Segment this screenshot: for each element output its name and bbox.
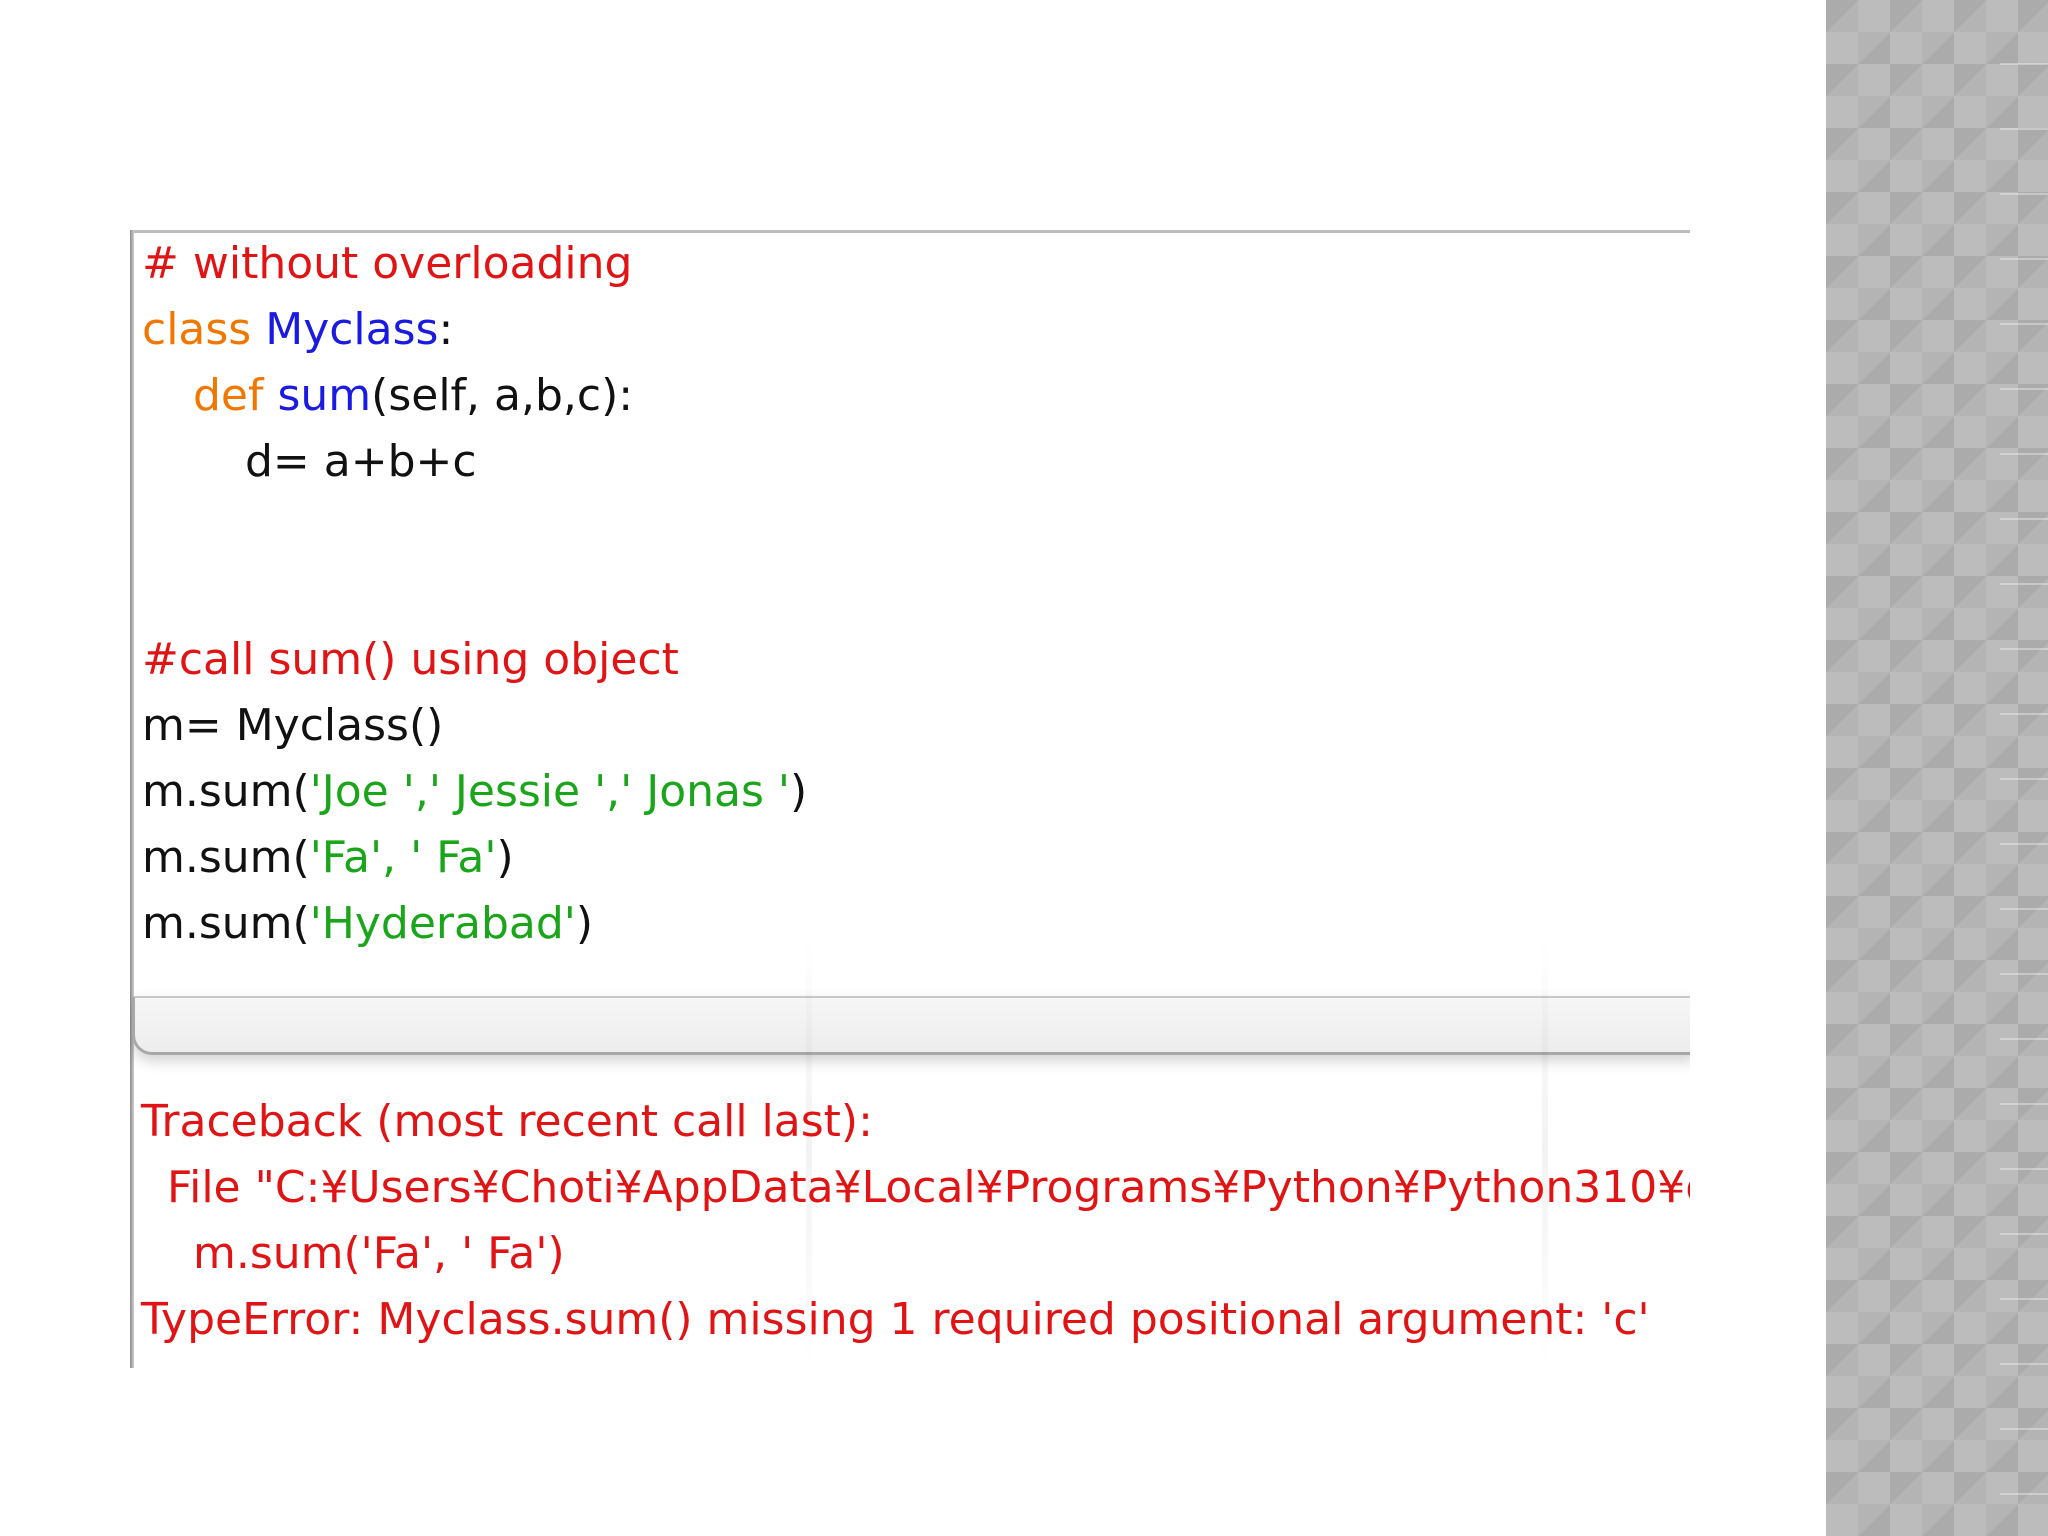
call-3-prefix: m.sum( — [142, 898, 310, 949]
traceback-header: Traceback (most recent call last): — [141, 1096, 873, 1147]
call-2-args: 'Fa', ' Fa' — [309, 832, 497, 883]
instantiation-statement: m= Myclass() — [142, 700, 444, 751]
call-2-prefix: m.sum( — [142, 832, 310, 883]
code-line-comment: # without overloading — [142, 231, 632, 297]
code-line-call-3: m.sum('Hyderabad') — [142, 891, 593, 957]
code-line-method-def: def sum(self, a,b,c): — [193, 363, 633, 429]
error-message: TypeError: Myclass.sum() missing 1 requi… — [141, 1294, 1650, 1345]
comment-text-2: #call sum() using object — [142, 634, 679, 685]
class-keyword: class — [142, 304, 252, 355]
call-1-prefix: m.sum( — [142, 766, 310, 817]
code-line-call-1: m.sum('Joe ',' Jessie ',' Jonas ') — [142, 759, 807, 825]
side-panel-edge — [2000, 0, 2048, 1536]
call-3-suffix: ) — [575, 898, 594, 949]
call-3-args: 'Hyderabad' — [309, 898, 576, 949]
code-line-class-def: class Myclass: — [142, 297, 453, 363]
call-1-args: 'Joe ',' Jessie ',' Jonas ' — [309, 766, 790, 817]
call-2-suffix: ) — [496, 832, 514, 883]
class-colon: : — [438, 304, 454, 355]
body-statement: d= a+b+c — [245, 436, 477, 487]
code-line-call-2: m.sum('Fa', ' Fa') — [142, 825, 514, 891]
code-line-comment-2: #call sum() using object — [142, 627, 679, 693]
method-signature: (self, a,b,c): — [371, 370, 634, 421]
def-keyword: def — [193, 370, 264, 421]
comment-text: # without overloading — [142, 238, 633, 289]
method-name: sum — [277, 370, 372, 421]
editor-left-border — [130, 230, 134, 1368]
class-name: Myclass — [265, 304, 439, 355]
code-editor[interactable]: # without overloading class Myclass: def… — [130, 230, 1690, 1368]
traceback-file-line: File "C:¥Users¥Choti¥AppData¥Local¥Progr… — [167, 1162, 1690, 1213]
traceback-code-line: m.sum('Fa', ' Fa') — [193, 1228, 565, 1279]
code-line-instantiation: m= Myclass() — [142, 693, 443, 759]
code-line-method-body: d= a+b+c — [245, 429, 477, 495]
call-1-suffix: ) — [790, 766, 808, 817]
horizontal-scrollbar[interactable] — [132, 996, 1690, 1055]
